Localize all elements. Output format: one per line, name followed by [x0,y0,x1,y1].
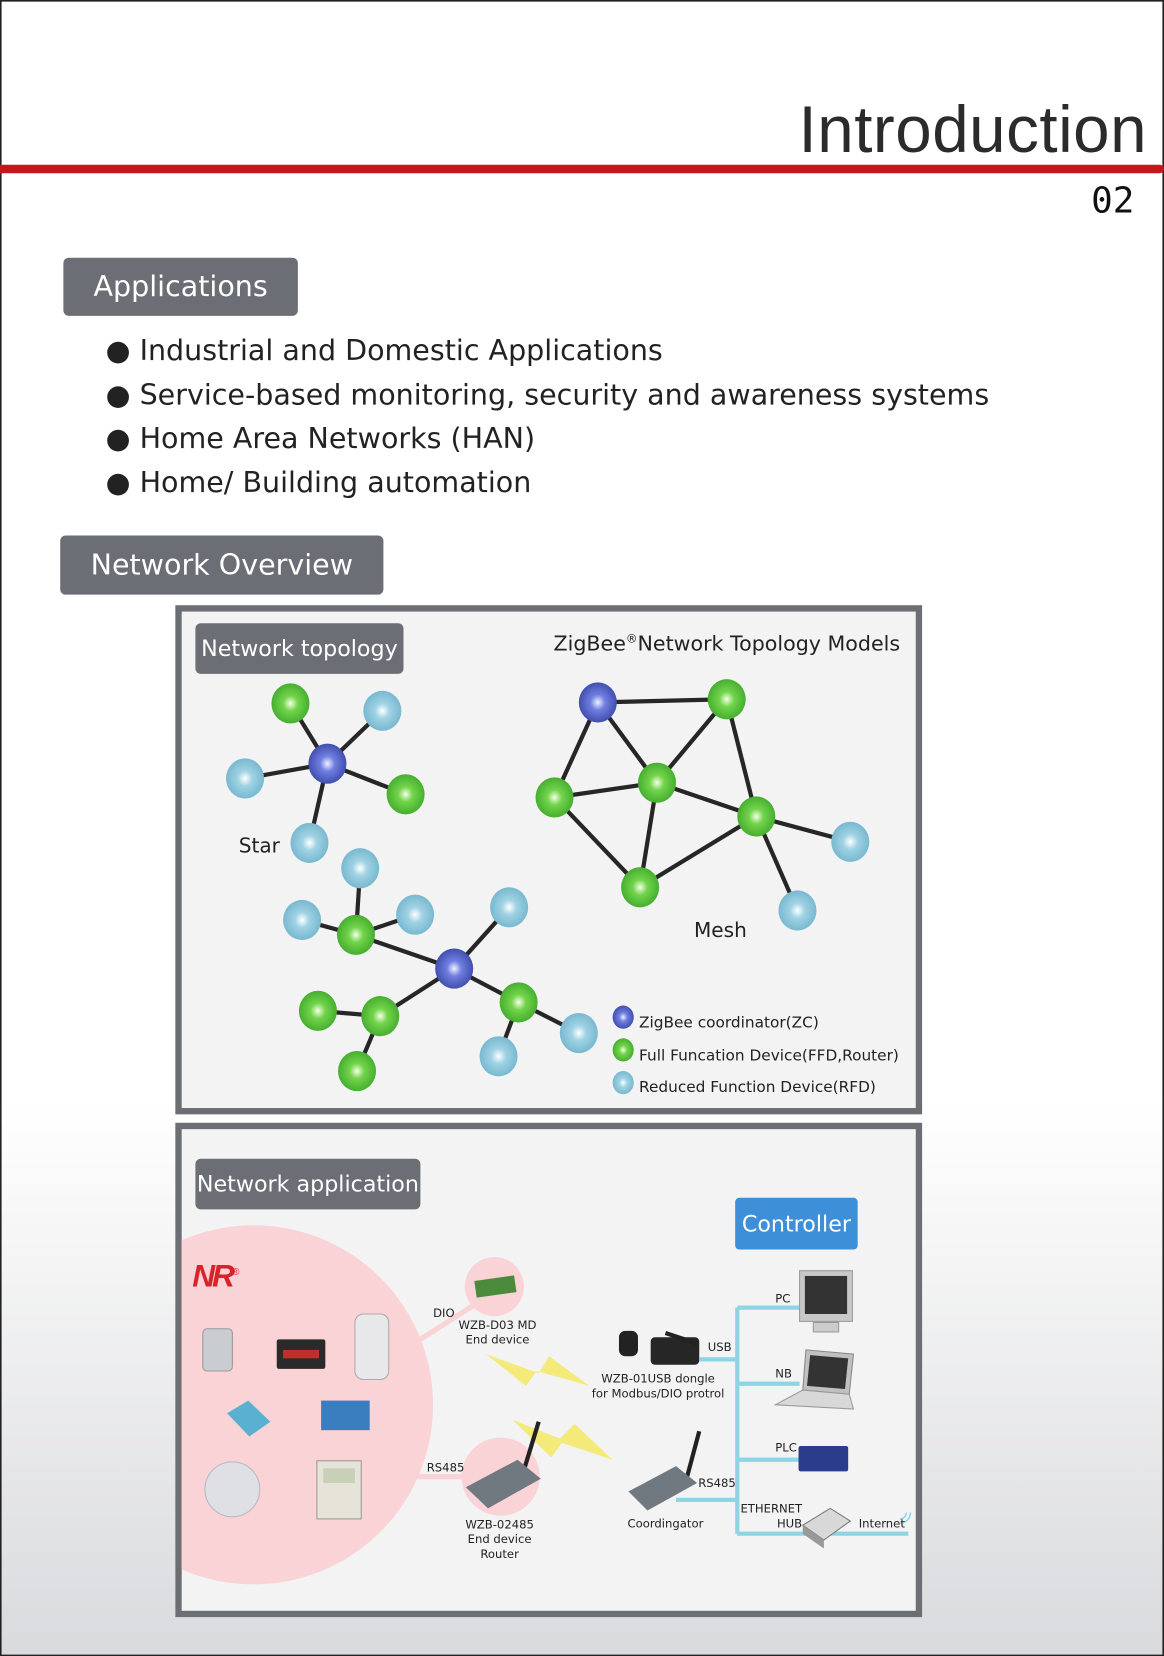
topology-title-text: Network Topology Models [637,631,901,656]
plc-module-device-icon [321,1400,370,1431]
rs485-right-label: RS485 [698,1476,736,1491]
end-device-model: WZB-D03 MD [458,1318,537,1332]
node-ffd [535,777,574,818]
plc-icon [798,1446,849,1472]
smoke-detector-icon [204,1461,261,1518]
legend: ZigBee coordinator(ZC) Full Funcation De… [639,1008,899,1105]
hub-text: HUB [776,1516,803,1531]
monitor-stand-icon [812,1321,840,1333]
dio-label: DIO [433,1306,455,1321]
node-rfd [559,1012,598,1054]
topology-link [638,814,758,890]
mesh-label: Mesh [693,918,747,943]
controller-badge: Controller [735,1197,858,1250]
dongle-cap-icon [618,1330,638,1357]
legend-item-zc: ZigBee coordinator(ZC) [639,1015,819,1032]
meter-display-icon [283,1349,319,1359]
nr-logo: NR® [192,1259,239,1295]
legend-item-rfd: Reduced Function Device(RFD) [639,1079,876,1097]
node-ffd [271,683,310,724]
node-ffd [336,914,375,955]
star-label: Star [238,834,280,858]
coordinator-label: Coordingator [627,1516,704,1531]
node-rfd [226,758,265,799]
antenna-icon [684,1430,702,1480]
pc-label: PC [775,1291,791,1306]
router-role: End device [467,1532,532,1547]
topology-title-brand: ZigBee [553,631,626,656]
usb-label: USB [707,1340,732,1355]
node-ffd [621,867,660,908]
laptop-screen-icon [806,1355,849,1389]
node-zc [435,948,474,989]
node-rfd [831,821,870,862]
dongle-model: WZB-01USB dongle [601,1372,715,1386]
node-rfd [778,890,817,931]
wireless-link-icon [485,1354,590,1386]
dongle-description: for Modbus/DIO protrol [591,1386,725,1401]
node-ffd [386,774,425,815]
router-model: WZB-02485 [465,1517,534,1532]
network-topology-badge: Network topology [195,623,404,674]
end-device-role: End device [465,1333,530,1347]
controller-display-icon [323,1468,355,1483]
plc-label: PLC [775,1440,797,1455]
thermostat-device-icon [202,1328,233,1372]
node-ffd [499,982,538,1023]
node-rfd [479,1036,518,1077]
node-ffd [737,796,776,837]
node-ffd [637,762,677,803]
node-ffd [298,990,337,1031]
end-device-label: WZB-D03 MD End device [458,1318,536,1348]
dongle-label: WZB-01USB dongle for Modbus/DIO protrol [592,1372,725,1402]
node-rfd [490,887,529,928]
node-rfd [363,690,402,731]
monitor-screen-icon [804,1275,848,1314]
node-ffd [338,1050,377,1092]
ethernet-text: ETHERNET [740,1502,803,1516]
plug-device-icon [354,1313,390,1381]
logo-registered-mark: ® [231,1266,240,1279]
network-application-badge: Network application [195,1158,421,1210]
diagram-layer [181,679,912,1585]
logo-text: NR [192,1259,235,1294]
topology-title: ZigBee®Network Topology Models [553,632,900,656]
registered-mark: ® [625,632,638,646]
router-label: WZB-02485 End device Router [465,1518,534,1562]
node-zc [308,743,347,784]
rs485-left-label: RS485 [426,1460,465,1475]
legend-swatch-ffd [612,1038,634,1062]
page: Introduction 02 Applications ● Industria… [0,0,1164,1656]
node-rfd [341,848,380,889]
ethernet-hub-label: ETHERNET HUB [740,1502,802,1532]
nb-label: NB [775,1366,792,1381]
topology-link [597,697,727,705]
legend-item-ffd: Full Funcation Device(FFD,Router) [639,1047,899,1065]
node-ffd [361,996,400,1037]
legend-swatch-rfd [612,1071,634,1095]
router-role: Router [480,1547,519,1562]
device-group-circle [181,1225,434,1585]
node-rfd [283,899,322,941]
node-rfd [396,894,435,935]
node-ffd [707,679,746,720]
internet-label: Internet [858,1516,905,1531]
node-rfd [290,822,329,863]
node-zc [578,682,617,723]
legend-swatch-zc [612,1005,634,1029]
